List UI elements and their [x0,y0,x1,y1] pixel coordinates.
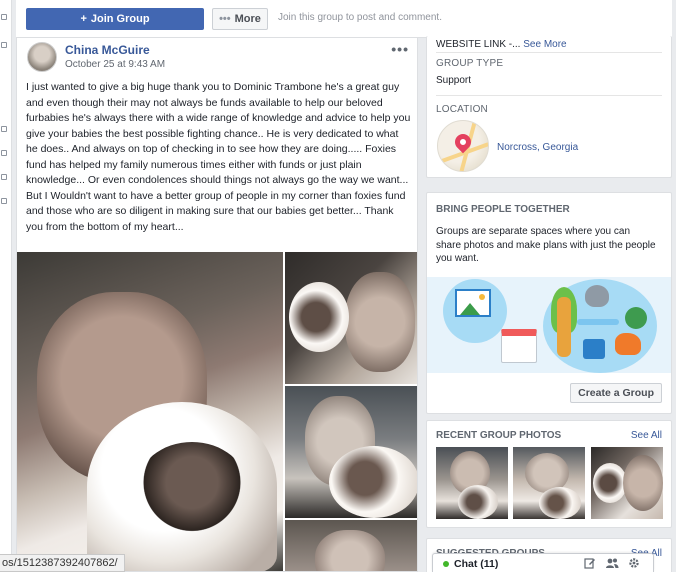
photo-cat [329,446,417,518]
location-map-icon[interactable] [437,120,489,172]
more-label: More [234,13,261,25]
recent-photo-1[interactable] [436,447,508,519]
photo-face [345,272,415,372]
about-card: WEBSITE LINK -... See More GROUP TYPE Su… [426,36,672,178]
post-photo-grid [17,252,417,571]
recent-photo-2[interactable] [513,447,585,519]
location-link[interactable]: Norcross, Georgia [497,142,578,153]
more-button[interactable]: ••• More [212,8,268,30]
divider [436,52,662,53]
photo-cat [458,485,498,519]
post-photo-thumb-1[interactable] [285,252,417,384]
group-post: China McGuire October 25 at 9:43 AM ••• … [16,38,418,572]
author-avatar[interactable] [27,42,57,72]
see-more-link[interactable]: See More [523,39,566,50]
chat-label[interactable]: Chat (11) [454,558,498,570]
left-edge-icon[interactable] [1,126,7,132]
bring-people-together-card: BRING PEOPLE TOGETHER Groups are separat… [426,192,672,414]
giraffe-icon [557,297,571,357]
bring-card-description: Groups are separate spaces where you can… [436,226,656,264]
photo-face [315,530,385,571]
page-scrollbar[interactable] [672,0,676,572]
photo-frame-icon [455,289,491,317]
left-edge-icon[interactable] [1,42,7,48]
dots-icon: ••• [219,13,231,25]
website-link-text[interactable]: WEBSITE LINK -... [436,39,520,50]
photo-cat [289,282,349,352]
photo-face [623,455,663,511]
bush-icon [625,307,647,329]
join-hint-text: Join this group to post and comment. [278,12,442,23]
plus-icon: + [80,13,87,25]
online-status-dot [443,561,449,567]
recent-photos-see-all-link[interactable]: See All [631,430,662,441]
recent-group-photos-card: RECENT GROUP PHOTOS See All [426,420,672,528]
photo-cat-face [137,442,247,532]
join-group-label: Join Group [90,13,150,25]
fox-icon [615,333,641,355]
create-group-button[interactable]: Create a Group [570,383,662,403]
group-action-bar: + Join Group ••• More Join this group to… [16,0,674,38]
join-group-button[interactable]: + Join Group [26,8,204,30]
post-photo-main[interactable] [17,252,283,571]
table-icon [577,319,619,325]
post-options-icon[interactable]: ••• [391,41,409,57]
post-photo-thumb-2[interactable] [285,386,417,518]
photo-cat [539,487,581,519]
divider [436,95,662,96]
post-body-text: I just wanted to give a big huge thank y… [26,81,411,233]
compose-icon[interactable] [583,557,597,570]
left-edge-icon[interactable] [1,150,7,156]
post-timestamp[interactable]: October 25 at 9:43 AM [65,59,165,70]
group-type-value: Support [436,75,472,86]
recent-photo-3[interactable] [591,447,663,519]
location-label: LOCATION [436,104,488,115]
settings-gear-icon[interactable] [627,557,641,570]
group-type-label: GROUP TYPE [436,58,504,69]
website-link-row: WEBSITE LINK -... See More [436,39,567,50]
left-edge-icon[interactable] [1,174,7,180]
left-edge-icon[interactable] [1,14,7,20]
left-column-edge [0,0,12,572]
link-status-bar: os/1512387392407862/ [0,554,125,572]
raccoon-icon [585,285,609,307]
groups-illustration [427,277,671,373]
bring-card-title: BRING PEOPLE TOGETHER [436,204,570,215]
chat-bar[interactable]: Chat (11) [432,553,654,572]
author-name[interactable]: China McGuire [65,43,150,57]
photo-cat [593,463,627,503]
chair-icon [583,339,605,359]
calendar-icon [501,329,537,363]
left-edge-icon[interactable] [1,198,7,204]
post-photo-thumb-3[interactable] [285,520,417,571]
people-icon[interactable] [605,557,619,570]
recent-photos-title: RECENT GROUP PHOTOS [436,430,562,441]
